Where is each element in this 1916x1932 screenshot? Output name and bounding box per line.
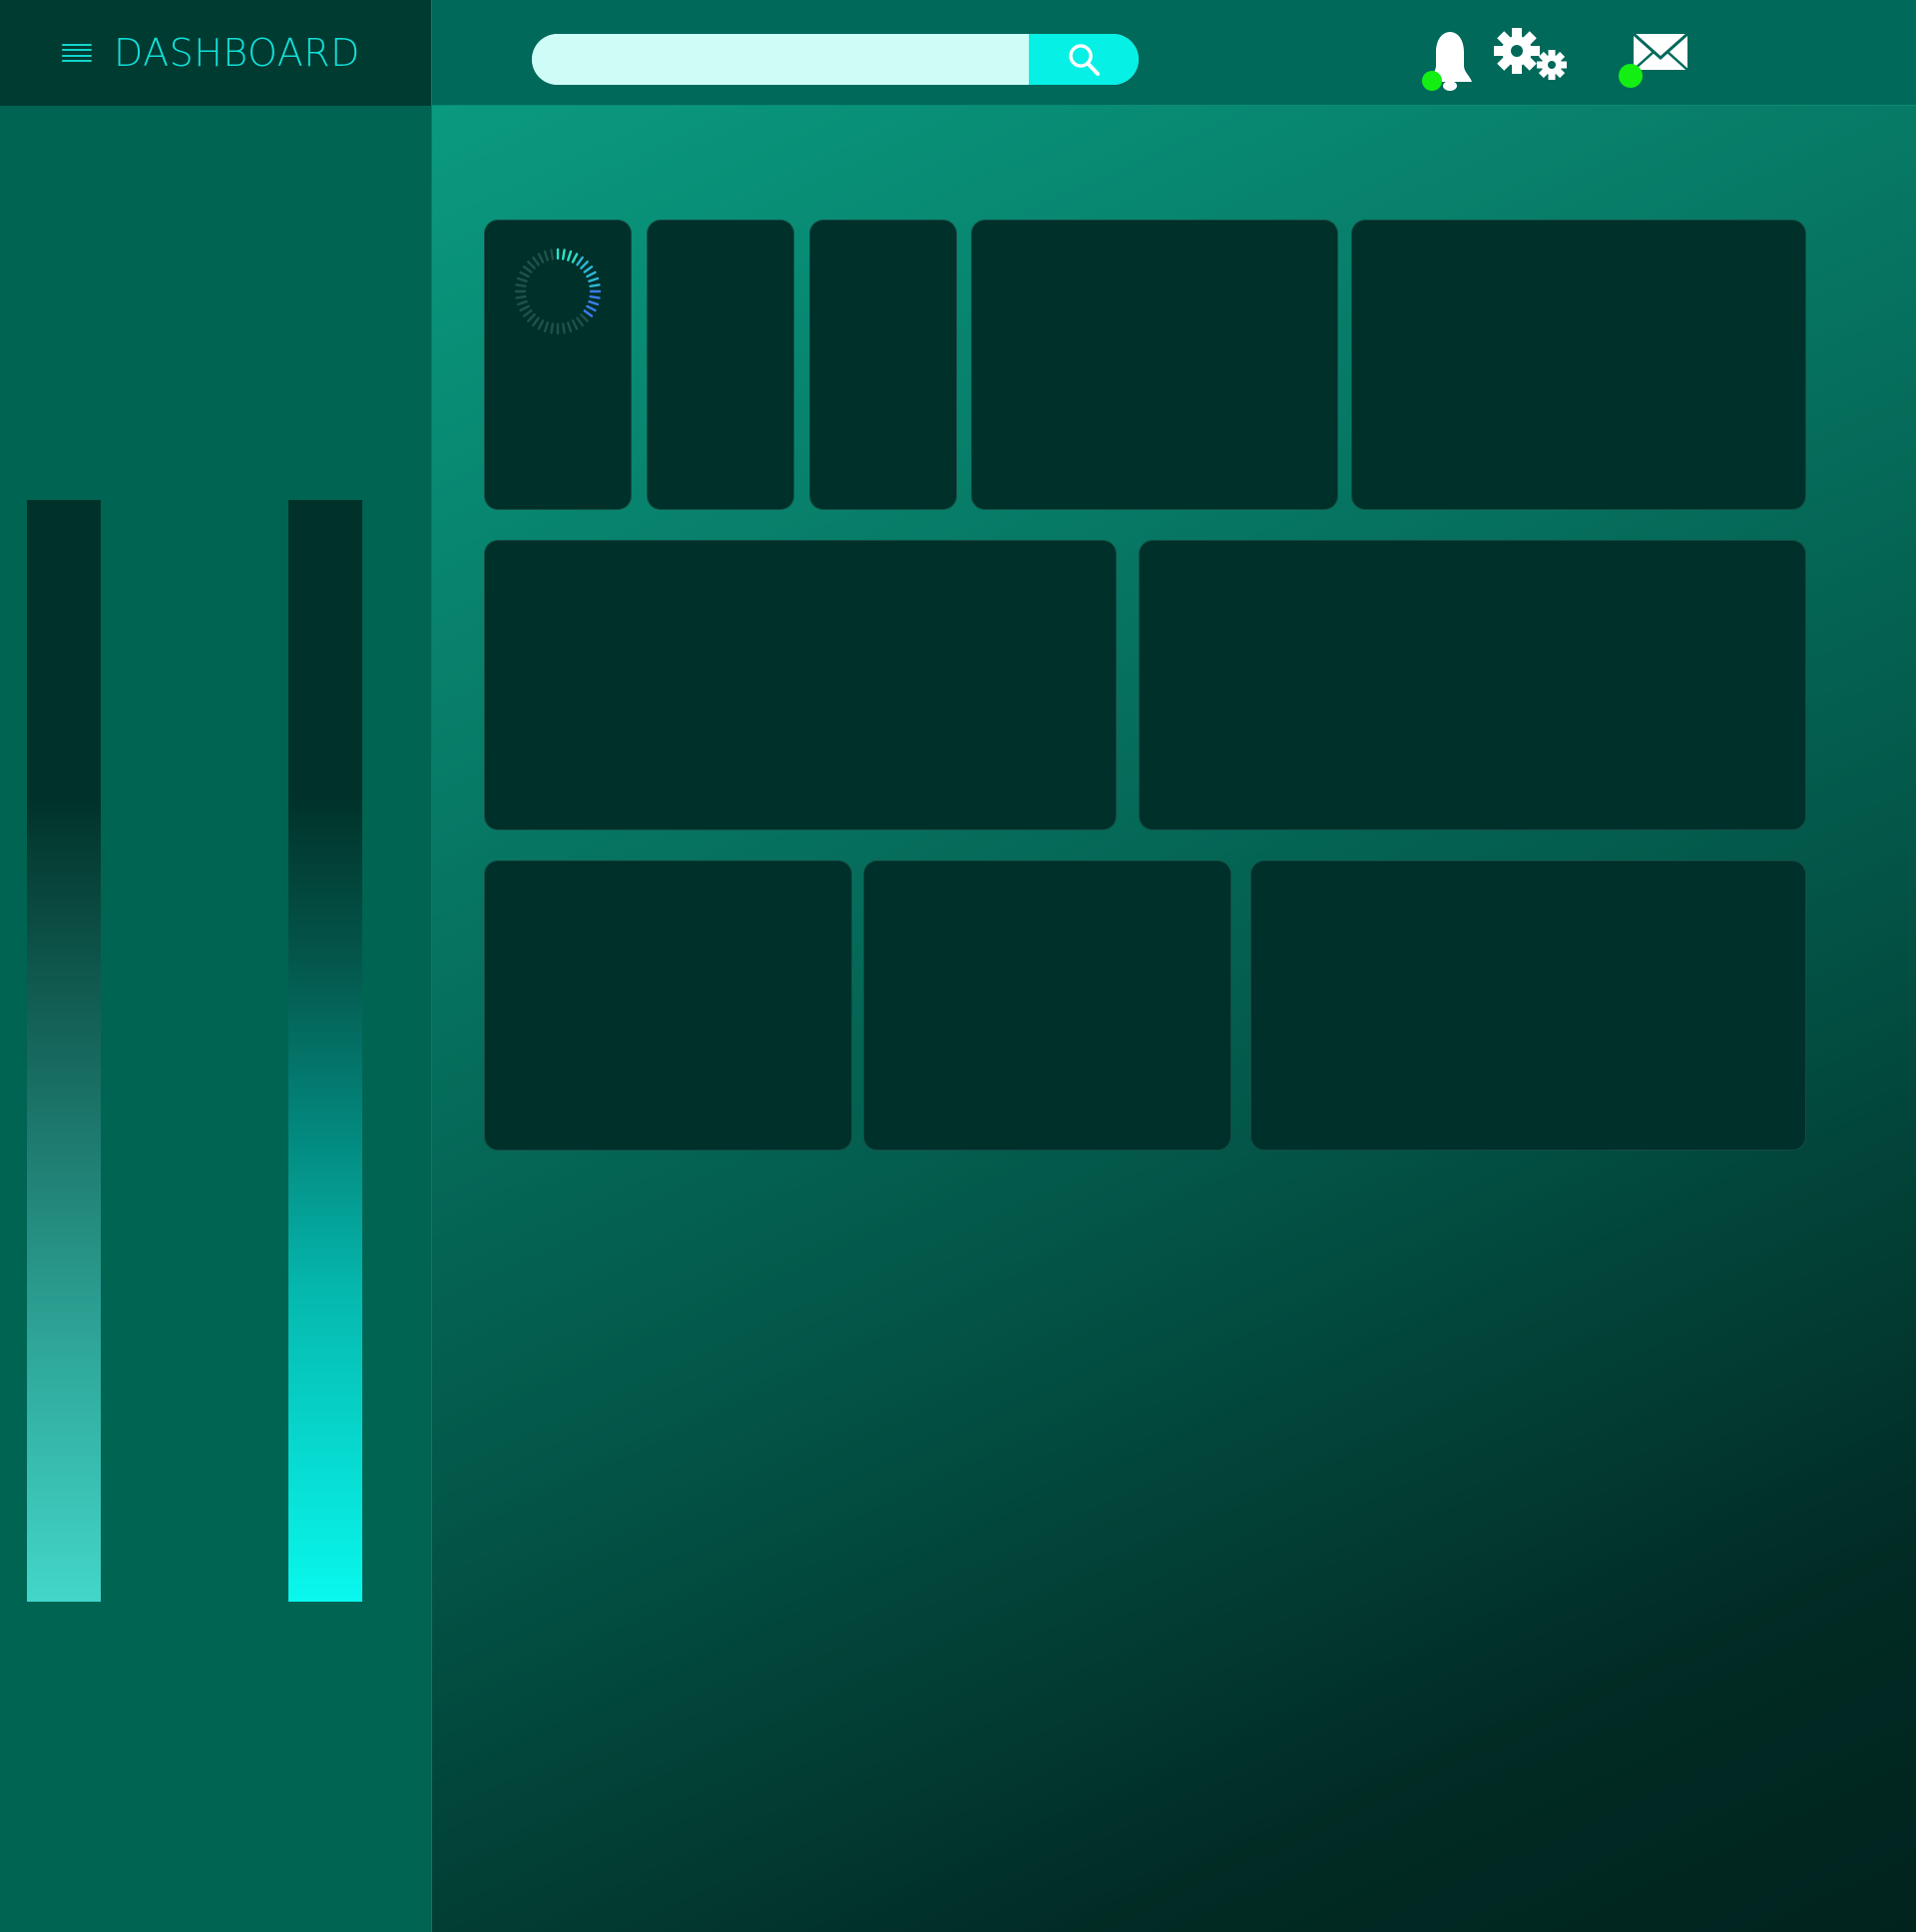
brand: DASHBOARD xyxy=(0,0,432,106)
search-button[interactable] xyxy=(1029,34,1139,85)
spinner-tick xyxy=(583,265,594,273)
spinner-tick xyxy=(566,321,573,333)
spinner-tick xyxy=(588,299,600,306)
search-icon xyxy=(1069,43,1100,76)
spinner-tick xyxy=(537,252,545,263)
spinner-tick xyxy=(566,249,573,261)
spinner-tick xyxy=(589,294,601,299)
spinner-tick xyxy=(586,304,597,312)
spinner-tick xyxy=(527,313,536,322)
spinner-tick xyxy=(516,276,528,283)
spinner-tick xyxy=(580,313,589,322)
widget-card xyxy=(863,860,1231,1151)
sidebar xyxy=(0,106,432,1932)
main-content xyxy=(432,106,1916,1932)
spinner-tick xyxy=(576,316,584,327)
search-bar xyxy=(532,34,1139,85)
spinner-tick xyxy=(515,294,527,299)
top-bar: DASHBOARD xyxy=(0,0,1916,106)
spinner-tick xyxy=(532,316,540,327)
spinner-tick xyxy=(519,270,530,278)
menu-icon[interactable] xyxy=(62,44,92,62)
gears-icon xyxy=(1494,28,1567,80)
spinner-tick xyxy=(543,321,550,333)
spinner-tick xyxy=(522,309,533,317)
spinner-tick xyxy=(527,260,536,269)
spinner-tick xyxy=(571,319,579,330)
spinner-tick xyxy=(516,299,528,306)
messages-button[interactable] xyxy=(1614,30,1689,88)
message-badge xyxy=(1619,64,1643,88)
widget-card xyxy=(484,220,632,510)
spinner-tick xyxy=(589,283,601,288)
sidebar-gradient-bar-1 xyxy=(27,500,101,1602)
spinner-tick xyxy=(550,322,555,334)
spinner-tick xyxy=(561,248,566,260)
sidebar-gradient-bar-2 xyxy=(288,500,362,1602)
spinner-tick xyxy=(586,270,597,278)
spinner-tick xyxy=(588,276,600,283)
widget-card xyxy=(484,540,1117,830)
settings-button[interactable] xyxy=(1493,26,1573,84)
spinner-tick xyxy=(580,260,589,269)
widget-card xyxy=(971,220,1338,510)
spinner-tick xyxy=(519,304,530,312)
spinner-tick xyxy=(561,322,566,334)
widget-card xyxy=(484,860,852,1151)
app-title: DASHBOARD xyxy=(114,31,360,75)
spinner-tick xyxy=(576,255,584,266)
spinner-tick xyxy=(522,265,533,273)
widget-card xyxy=(1250,860,1806,1151)
widget-card xyxy=(809,220,957,510)
notifications-button[interactable] xyxy=(1422,30,1478,92)
spinner-tick xyxy=(571,252,579,263)
widget-card xyxy=(1351,220,1806,510)
search-input[interactable] xyxy=(532,34,1029,85)
spinner-tick xyxy=(532,255,540,266)
dashboard-app: DASHBOARD xyxy=(0,0,1916,1932)
spinner-tick xyxy=(583,309,594,317)
spinner-tick xyxy=(537,319,545,330)
spinner-tick xyxy=(515,283,527,288)
loading-spinner-icon xyxy=(515,248,601,334)
widget-card xyxy=(1139,540,1806,830)
notification-badge xyxy=(1422,71,1442,91)
spinner-tick xyxy=(550,248,555,260)
widget-card xyxy=(647,220,794,510)
spinner-tick xyxy=(543,249,550,261)
